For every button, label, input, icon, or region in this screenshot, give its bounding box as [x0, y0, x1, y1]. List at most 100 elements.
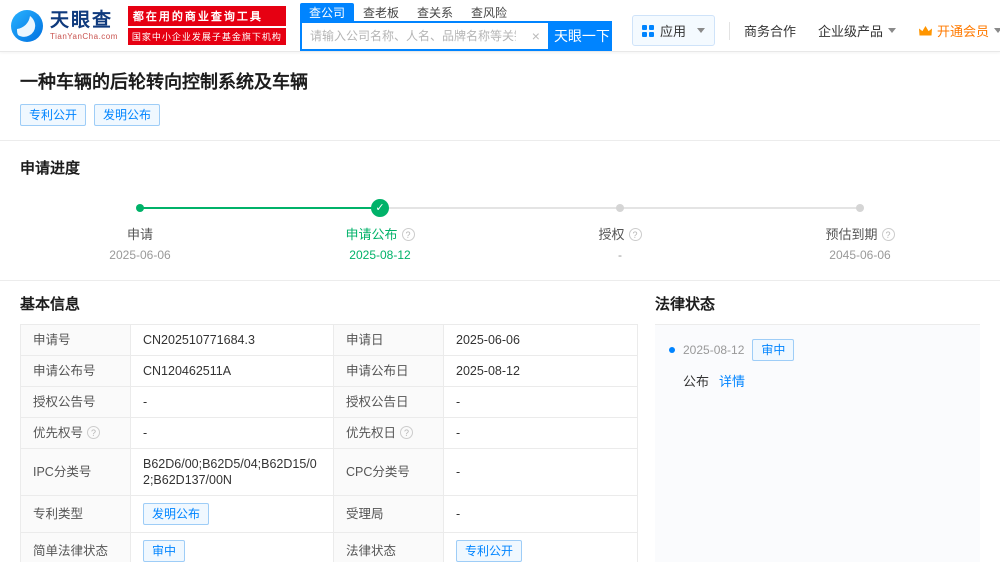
table-row: 申请号 CN202510771684.3 申请日 2025-06-06: [20, 324, 638, 356]
application-timeline: 申请 2025-06-06 ✓ 申请公布? 2025-08-12 授权? - 预…: [20, 198, 980, 264]
nav-vip-upgrade[interactable]: 开通会员: [918, 21, 1000, 40]
clear-search-icon[interactable]: ×: [524, 28, 548, 44]
apps-menu[interactable]: 应用: [631, 15, 715, 46]
row-value: 专利公开: [443, 532, 638, 562]
row-value: 2025-08-12: [443, 355, 638, 387]
patent-detail-page: 天眼查 TianYanCha.com 都在用的商业查询工具 国家中小企业发展子基…: [0, 0, 1000, 562]
step-label: 授权: [598, 227, 625, 242]
info-icon[interactable]: ?: [881, 228, 895, 241]
legal-detail-link[interactable]: 详情: [719, 371, 745, 390]
search-tabs: 查公司 查老板 查关系 查风险: [299, 2, 612, 22]
row-label: 申请号: [20, 324, 131, 356]
crown-icon: [918, 25, 932, 35]
nav-business-cooperation[interactable]: 商务合作: [744, 21, 796, 40]
top-header: 天眼查 TianYanCha.com 都在用的商业查询工具 国家中小企业发展子基…: [0, 0, 1000, 52]
row-value: 审中: [130, 532, 334, 562]
simple-legal-status-badge[interactable]: 审中: [143, 540, 186, 562]
search-tab-company[interactable]: 查公司: [299, 2, 354, 22]
row-label: 简单法律状态: [20, 532, 131, 562]
row-value: -: [443, 495, 638, 533]
search-input[interactable]: [301, 29, 524, 43]
legal-status-body: 2025-08-12 审中 公布 详情: [655, 325, 980, 562]
table-row: 优先权号? - 优先权日? -: [20, 417, 638, 449]
step-date: -: [618, 248, 622, 262]
progress-section: 申请进度 申请 2025-06-06 ✓ 申请公布? 2025-08-12 授权…: [0, 141, 1000, 281]
row-label: 优先权号?: [20, 417, 131, 449]
nav-enterprise-label: 企业级产品: [817, 24, 883, 39]
top-nav: 商务合作 企业级产品 开通会员 超级风控: [744, 21, 1000, 40]
row-label: 专利类型: [20, 495, 131, 533]
row-value: CN202510771684.3: [130, 324, 334, 356]
search-tab-relation[interactable]: 查关系: [408, 3, 462, 22]
timeline-step-applied: 申请 2025-06-06: [20, 198, 260, 262]
check-icon: ✓: [371, 199, 389, 217]
nav-enterprise-products[interactable]: 企业级产品: [818, 21, 896, 40]
patent-tags: 专利公开 发明公布: [20, 104, 980, 126]
apps-grid-icon: [641, 24, 654, 37]
banner-slogan: 都在用的商业查询工具: [127, 6, 286, 26]
row-value: CN120462511A: [130, 355, 334, 387]
row-label: 授权公告日: [333, 386, 444, 418]
info-icon[interactable]: ?: [628, 228, 642, 241]
brand-domain: TianYanCha.com: [50, 31, 118, 41]
table-row: 申请公布号 CN120462511A 申请公布日 2025-08-12: [20, 355, 638, 387]
promo-banner: 都在用的商业查询工具 国家中小企业发展子基金旗下机构: [127, 6, 286, 45]
legal-status-event: 公布 详情: [683, 371, 966, 390]
divider: [728, 21, 730, 40]
tag-patent-public[interactable]: 专利公开: [20, 104, 87, 126]
timeline-step-granted: 授权? -: [500, 198, 740, 262]
table-row: IPC分类号 B62D6/00;B62D5/04;B62D15/02;B62D1…: [20, 448, 638, 496]
row-value: -: [130, 417, 334, 449]
basic-info-table: 申请号 CN202510771684.3 申请日 2025-06-06 申请公布…: [20, 324, 638, 562]
info-icon[interactable]: ?: [401, 228, 415, 241]
row-label: 受理局: [333, 495, 444, 533]
row-label: 申请公布日: [333, 355, 444, 387]
step-date: 2025-08-12: [349, 248, 411, 262]
row-label: IPC分类号: [20, 448, 131, 496]
row-value: -: [443, 448, 638, 496]
chevron-down-icon: [696, 28, 705, 33]
chevron-down-icon: [994, 28, 1000, 33]
legal-status-item-badge[interactable]: 审中: [752, 339, 795, 361]
brand-name: 天眼查: [50, 9, 114, 31]
row-value: B62D6/00;B62D5/04;B62D15/02;B62D137/00N: [130, 448, 334, 496]
legal-event-label: 公布: [683, 374, 710, 389]
legal-status-badge[interactable]: 专利公开: [456, 540, 523, 562]
search-tab-risk[interactable]: 查风险: [462, 3, 516, 22]
apps-label: 应用: [659, 24, 686, 39]
legal-status-date: 2025-08-12: [683, 343, 745, 357]
step-label: 申请: [126, 227, 153, 242]
banner-subtitle: 国家中小企业发展子基金旗下机构: [127, 28, 286, 45]
search-area: 查公司 查老板 查关系 查风险 × 天眼一下: [299, 0, 612, 51]
row-label: 授权公告号: [20, 386, 131, 418]
patent-type-badge[interactable]: 发明公布: [143, 503, 210, 525]
section-title-basic-info: 基本信息: [20, 296, 81, 313]
row-label: 法律状态: [333, 532, 444, 562]
timeline-dot-done: [136, 204, 144, 212]
timeline-step-expiry: 预估到期? 2045-06-06: [740, 198, 980, 262]
search-button[interactable]: 天眼一下: [547, 21, 612, 51]
row-value: -: [443, 417, 638, 449]
page-title: 一种车辆的后轮转向控制系统及车辆: [20, 72, 308, 92]
row-label: CPC分类号: [333, 448, 444, 496]
section-title-progress: 申请进度: [20, 160, 81, 177]
step-date: 2025-06-06: [109, 248, 171, 262]
tag-invention-publication[interactable]: 发明公布: [94, 104, 161, 126]
tianyancha-logo-icon: [11, 9, 43, 42]
row-value: 发明公布: [130, 495, 334, 533]
tianyancha-logo[interactable]: 天眼查 TianYanCha.com: [10, 9, 118, 43]
nav-vip-label: 开通会员: [936, 24, 989, 39]
table-row: 简单法律状态 审中 法律状态 专利公开: [20, 532, 638, 562]
search-tab-boss[interactable]: 查老板: [354, 3, 408, 22]
legal-status-item: 2025-08-12 审中: [669, 339, 966, 361]
timeline-dot-pending: [616, 204, 624, 212]
step-label: 预估到期: [825, 227, 878, 242]
table-row: 授权公告号 - 授权公告日 -: [20, 386, 638, 418]
info-icon[interactable]: ?: [87, 426, 101, 439]
row-value: -: [130, 386, 334, 418]
row-label: 申请日: [333, 324, 444, 356]
info-icon[interactable]: ?: [400, 426, 414, 439]
main-content: 基本信息 申请号 CN202510771684.3 申请日 2025-06-06…: [0, 281, 1000, 562]
row-value: -: [443, 386, 638, 418]
legal-status-panel: 法律状态 2025-08-12 审中 公布 详情: [655, 293, 980, 562]
